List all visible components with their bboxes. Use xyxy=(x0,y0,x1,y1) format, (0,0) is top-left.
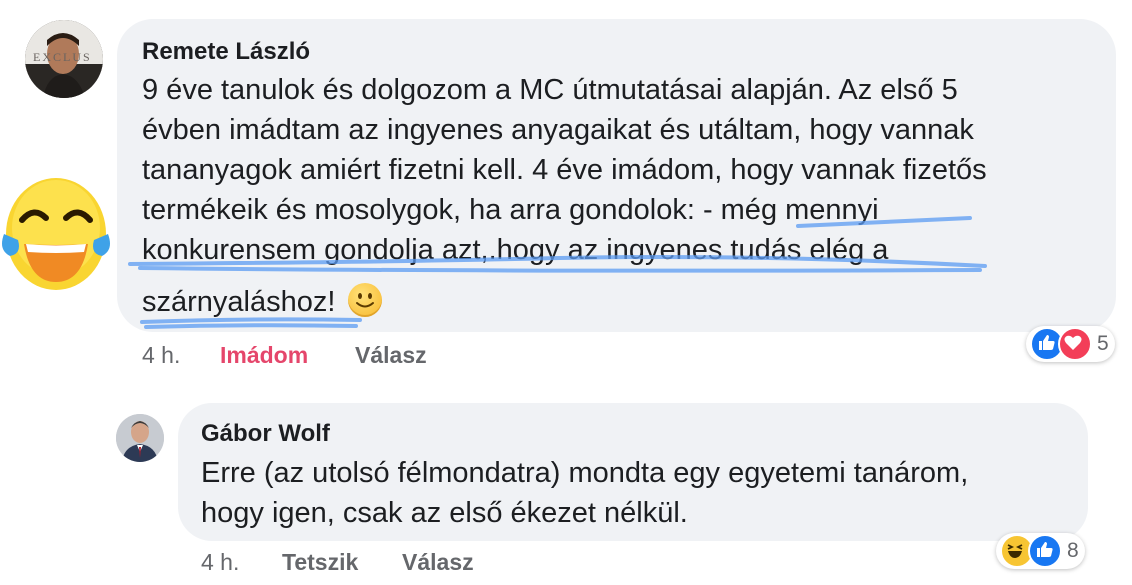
reply-button[interactable]: Válasz xyxy=(402,549,474,576)
reaction-summary[interactable]: 8 xyxy=(996,533,1085,569)
reply-button[interactable]: Válasz xyxy=(355,342,427,369)
comment-timestamp[interactable]: 4 h. xyxy=(142,342,180,369)
love-icon xyxy=(1058,327,1092,361)
react-button[interactable]: Imádom xyxy=(220,342,308,369)
comment-line: hogy igen, csak az első ékezet nélkül. xyxy=(201,497,688,529)
comment-author[interactable]: Gábor Wolf xyxy=(201,420,330,448)
comment-text: Erre (az utolsó félmondatra) mondta egy … xyxy=(201,453,968,533)
reaction-count: 5 xyxy=(1097,332,1109,355)
reaction-summary[interactable]: 5 xyxy=(1026,326,1115,362)
avatar[interactable] xyxy=(116,414,164,462)
like-button[interactable]: Tetszik xyxy=(282,549,358,576)
like-icon xyxy=(1028,534,1062,568)
comment-line: Erre (az utolsó félmondatra) mondta egy … xyxy=(201,457,969,489)
comment-timestamp[interactable]: 4 h. xyxy=(201,549,239,576)
reaction-count: 8 xyxy=(1067,539,1079,562)
profile-photo-icon xyxy=(116,414,164,462)
